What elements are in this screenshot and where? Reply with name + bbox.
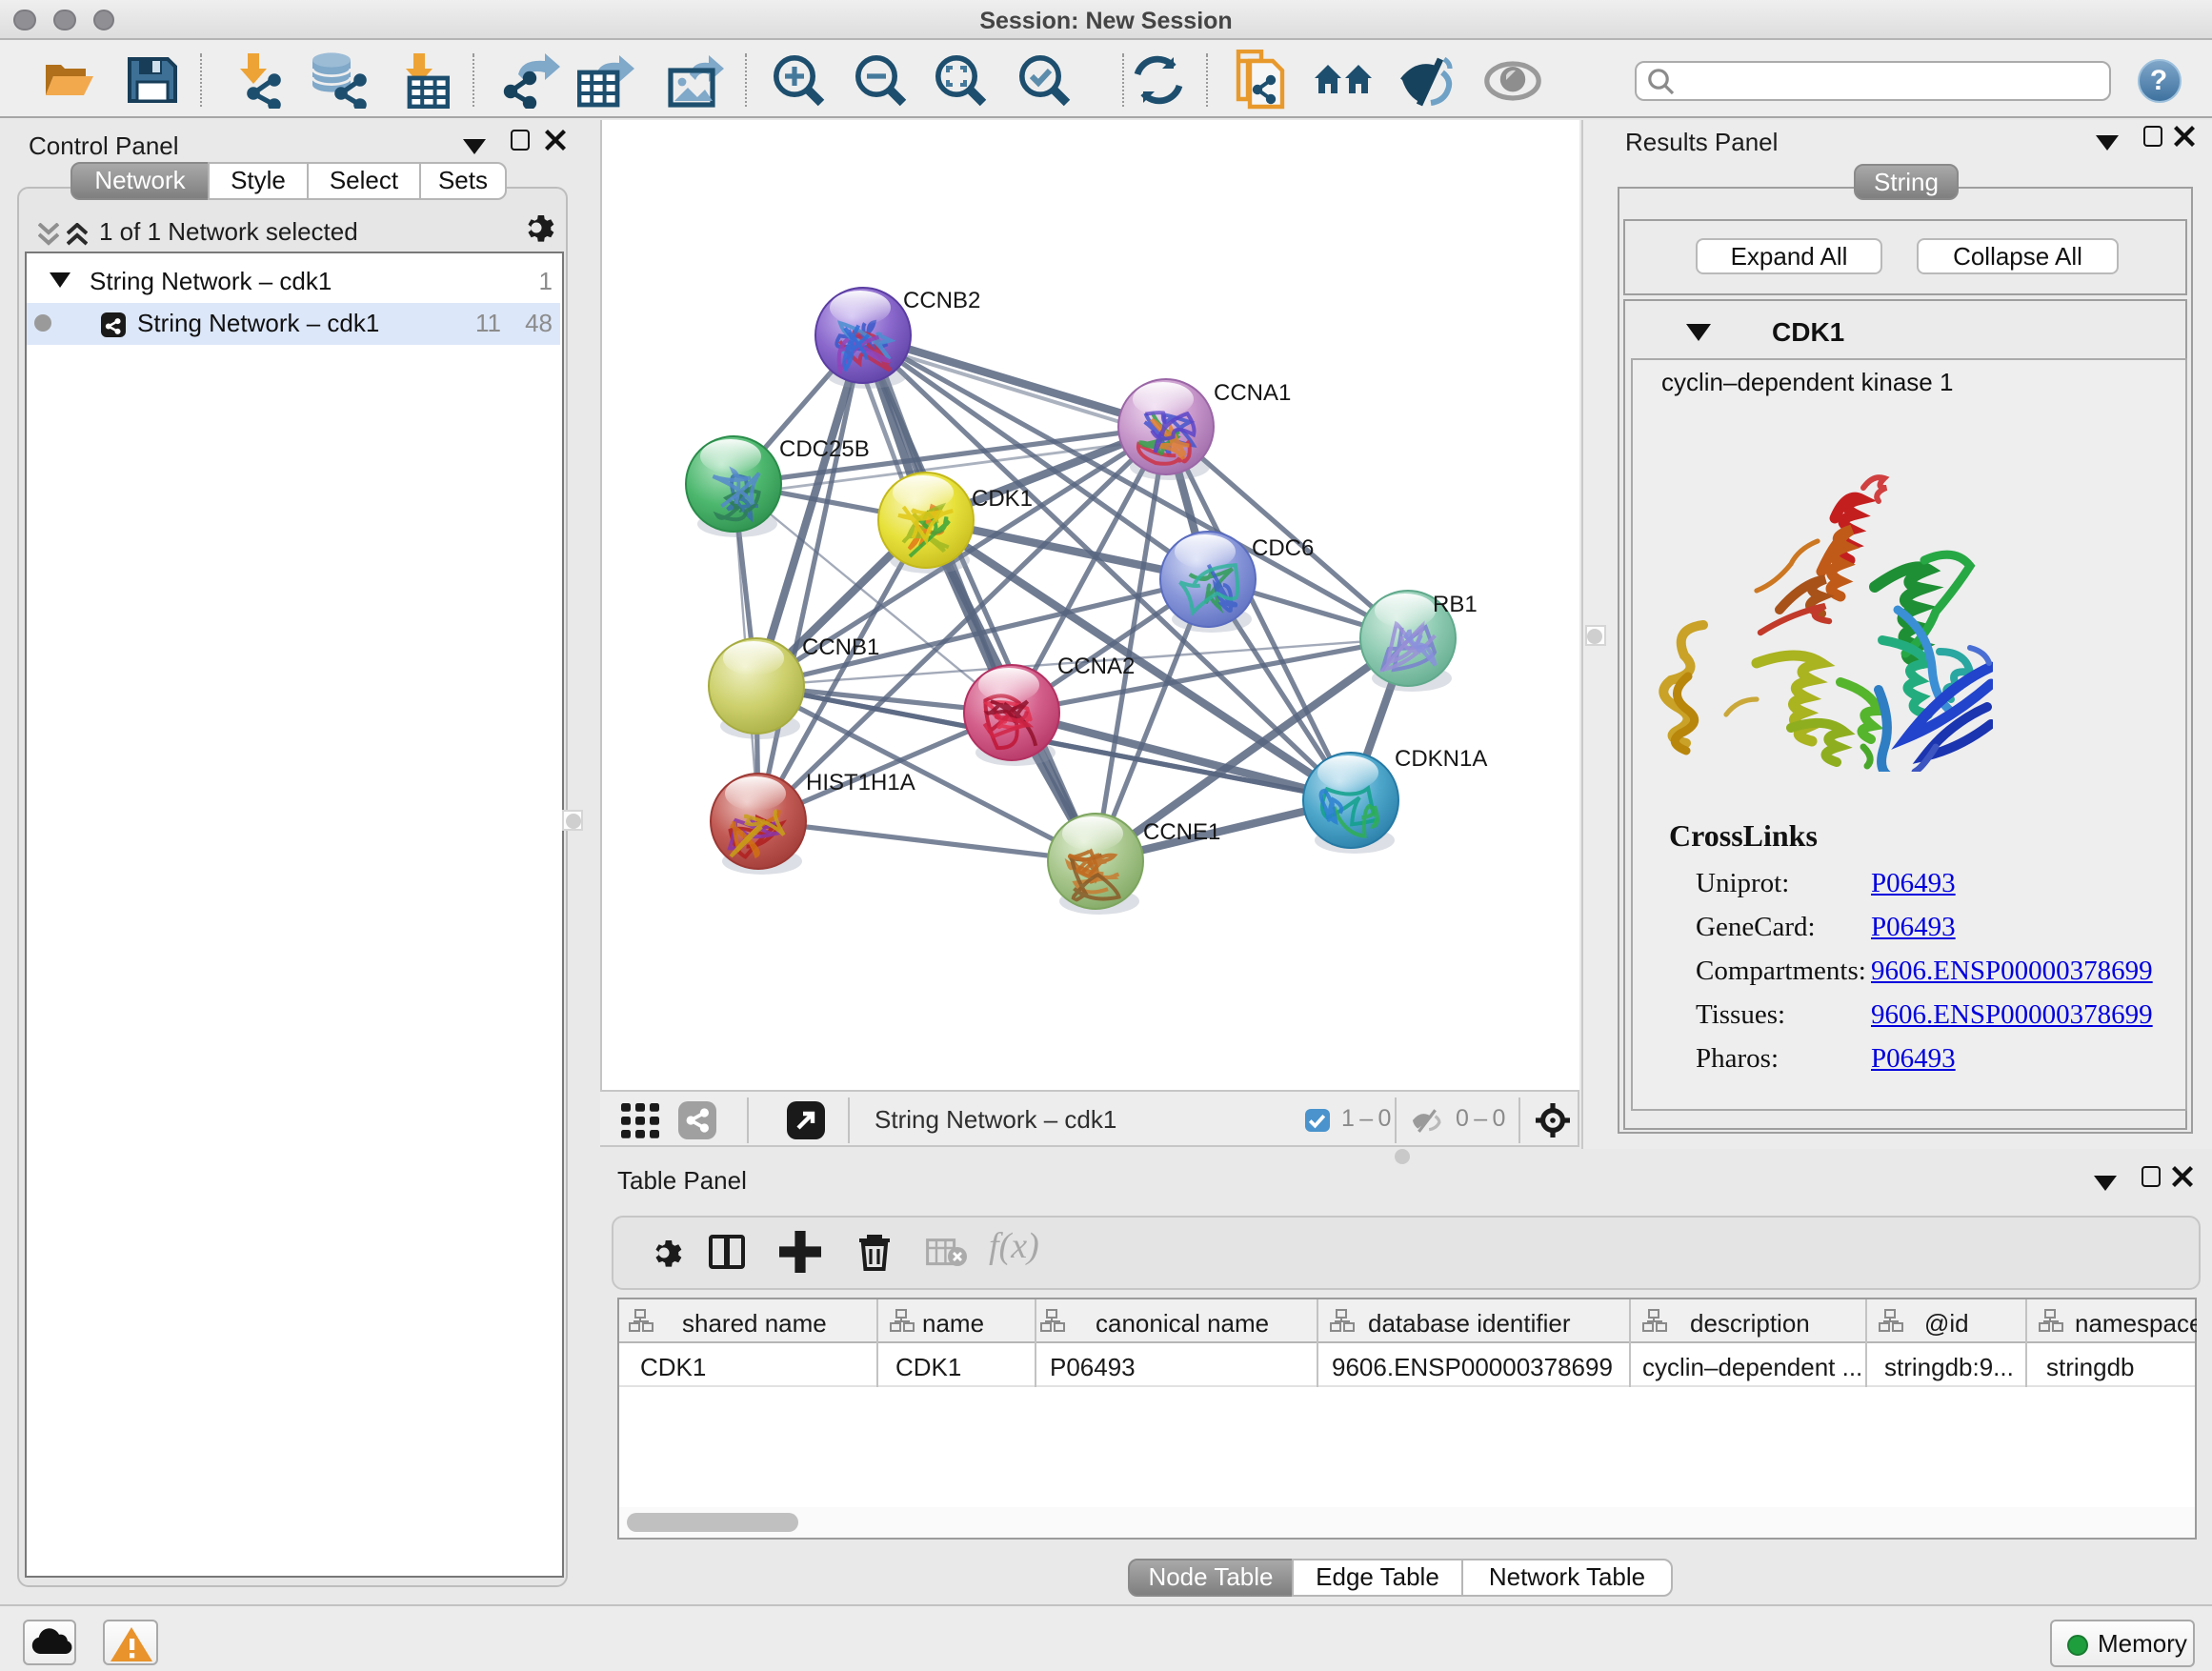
svg-text:CCNA2: CCNA2 [1057, 654, 1135, 679]
svg-text:CCNB1: CCNB1 [802, 634, 879, 660]
svg-text:HIST1H1A: HIST1H1A [806, 770, 915, 795]
svg-text:CDKN1A: CDKN1A [1395, 746, 1487, 772]
svg-text:CCNE1: CCNE1 [1143, 819, 1220, 845]
svg-text:CDC25B: CDC25B [779, 436, 870, 462]
svg-text:CCNA1: CCNA1 [1214, 380, 1291, 406]
svg-text:CCNB2: CCNB2 [903, 288, 980, 313]
svg-text:CDK1: CDK1 [972, 486, 1033, 512]
svg-text:RB1: RB1 [1433, 592, 1478, 617]
svg-text:CDC6: CDC6 [1252, 535, 1314, 561]
